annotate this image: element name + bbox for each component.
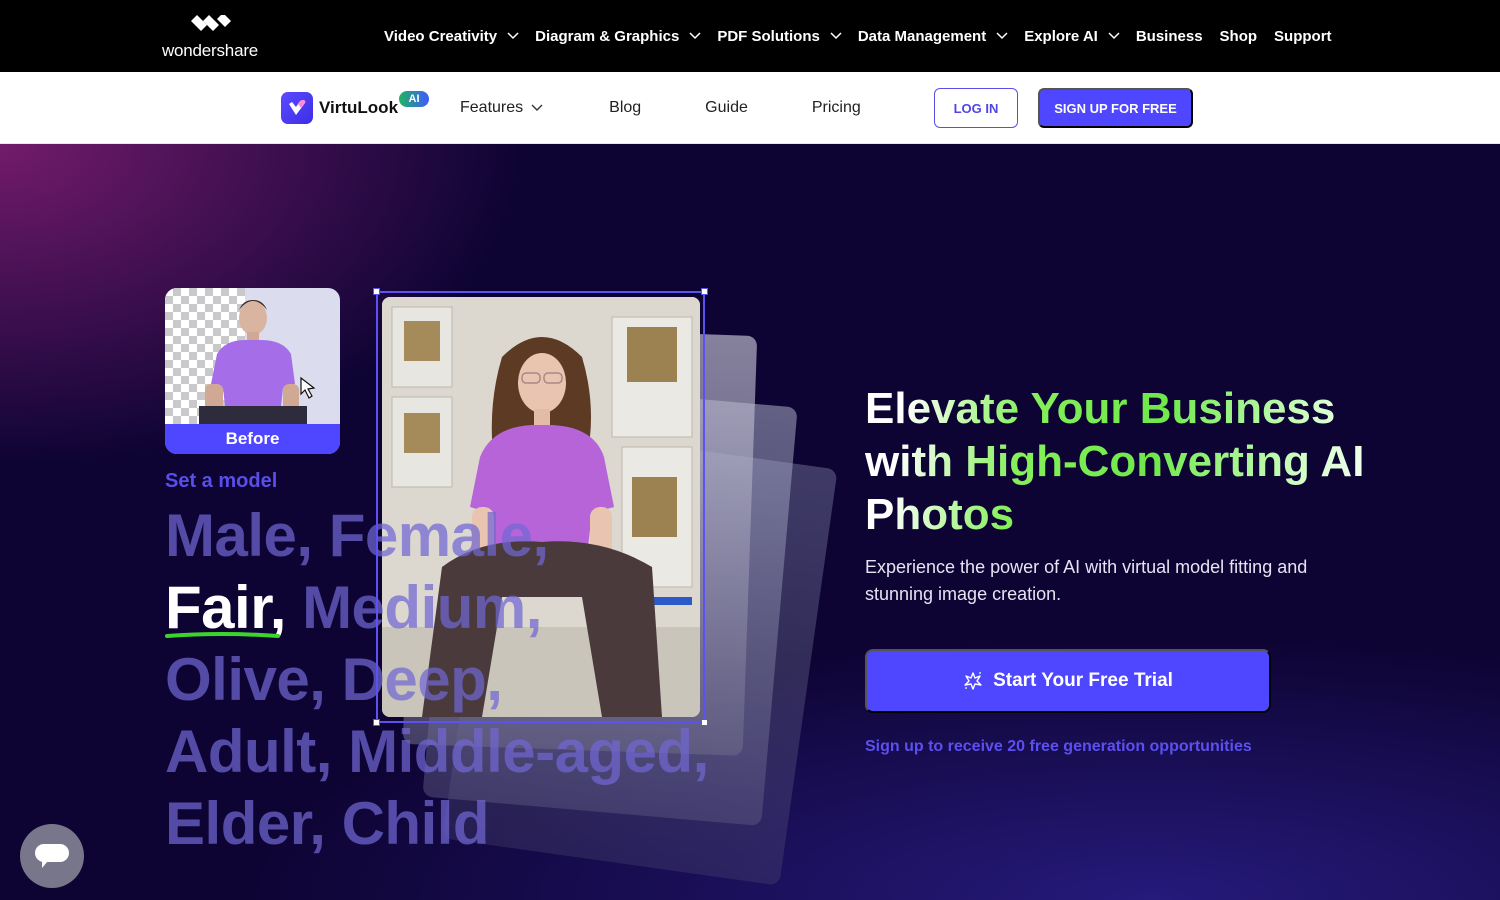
nav-label: Pricing bbox=[811, 99, 861, 116]
product-nav-pricing[interactable]: Pricing bbox=[812, 99, 861, 117]
resize-handle-top-right[interactable] bbox=[701, 288, 708, 295]
nav-label: Features bbox=[460, 99, 524, 116]
product-nav-blog[interactable]: Blog bbox=[609, 99, 641, 117]
cursor-icon bbox=[300, 376, 316, 399]
chevron-down-icon bbox=[689, 32, 701, 40]
nav-diagram-graphics[interactable]: Diagram & Graphics bbox=[535, 28, 701, 45]
chat-bubble-icon bbox=[35, 844, 69, 868]
chevron-down-icon bbox=[1108, 32, 1120, 40]
nav-data-management[interactable]: Data Management bbox=[858, 28, 1008, 45]
chevron-down-icon bbox=[996, 32, 1008, 40]
nav-label: Shop bbox=[1219, 27, 1258, 45]
nav-label: Support bbox=[1274, 27, 1332, 45]
resize-handle-top-left[interactable] bbox=[373, 288, 380, 295]
hero-section: Before Set a model Male, Female, Fair, M… bbox=[0, 144, 1500, 900]
product-nav-guide[interactable]: Guide bbox=[705, 99, 748, 117]
nav-label: Video Creativity bbox=[384, 27, 498, 45]
nav-business[interactable]: Business bbox=[1136, 28, 1203, 45]
wondershare-wordmark: wondershare bbox=[161, 41, 259, 60]
virtulook-app-icon bbox=[281, 92, 313, 124]
wondershare-mark-icon bbox=[191, 15, 231, 31]
cta-label: Start Your Free Trial bbox=[993, 670, 1173, 691]
attribute-line-skin-tone-2: Olive, Deep, bbox=[165, 646, 503, 713]
hero-subtext: Experience the power of AI with virtual … bbox=[865, 557, 1308, 604]
start-free-trial-button[interactable]: Start Your Free Trial bbox=[865, 649, 1271, 713]
attribute-line-age: Adult, Middle-aged, bbox=[165, 718, 709, 785]
male-model-image bbox=[199, 300, 316, 424]
product-nav-links: Features Blog Guide Pricing bbox=[460, 72, 861, 144]
global-nav-menu: Video Creativity Diagram & Graphics PDF … bbox=[384, 0, 1349, 72]
ai-badge: AI bbox=[399, 91, 429, 107]
nav-label: Blog bbox=[609, 99, 642, 116]
nav-label: Data Management bbox=[857, 27, 987, 45]
signup-button[interactable]: SIGN UP FOR FREE bbox=[1038, 88, 1193, 128]
nav-explore-ai[interactable]: Explore AI bbox=[1024, 28, 1120, 45]
product-nav-features[interactable]: Features bbox=[460, 99, 543, 117]
before-image-card: Before bbox=[165, 288, 340, 454]
chevron-down-icon bbox=[531, 104, 543, 111]
set-model-label: Set a model bbox=[165, 470, 278, 492]
nav-pdf-solutions[interactable]: PDF Solutions bbox=[717, 28, 842, 45]
attribute-line-age-2: Elder, Child bbox=[165, 790, 490, 857]
product-name: VirtuLook bbox=[319, 98, 399, 117]
chevron-down-icon bbox=[830, 32, 842, 40]
nav-label: PDF Solutions bbox=[717, 27, 820, 45]
before-label: Before bbox=[165, 424, 340, 454]
virtulook-logo[interactable]: VirtuLook AI bbox=[281, 91, 429, 124]
sparkle-icon bbox=[964, 672, 982, 690]
nav-label: Business bbox=[1135, 27, 1203, 45]
heart-hand-icon bbox=[289, 100, 306, 115]
nav-shop[interactable]: Shop bbox=[1220, 28, 1258, 45]
nav-video-creativity[interactable]: Video Creativity bbox=[384, 28, 519, 45]
global-nav: wondershare Video Creativity Diagram & G… bbox=[0, 0, 1500, 72]
login-button[interactable]: LOG IN bbox=[934, 88, 1018, 128]
model-attribute-list: Male, Female, Fair, Medium, Olive, Deep,… bbox=[165, 500, 709, 860]
nav-label: Explore AI bbox=[1024, 27, 1098, 45]
free-generations-link[interactable]: Sign up to receive 20 free generation op… bbox=[865, 738, 1252, 756]
attribute-text: Medium, bbox=[285, 574, 542, 641]
chat-widget-button[interactable] bbox=[20, 824, 84, 888]
chevron-down-icon bbox=[507, 32, 519, 40]
product-nav: VirtuLook AI Features Blog Guide Pricing bbox=[0, 72, 1500, 144]
nav-support[interactable]: Support bbox=[1274, 28, 1332, 45]
nav-label: Diagram & Graphics bbox=[535, 27, 680, 45]
highlight-underline bbox=[165, 632, 280, 638]
hero-headline: Elevate Your Business with High-Converti… bbox=[865, 382, 1385, 541]
attribute-line-gender: Male, Female, bbox=[165, 502, 549, 569]
highlighted-attribute: Fair, bbox=[165, 574, 286, 641]
nav-label: Guide bbox=[705, 99, 748, 116]
wondershare-logo[interactable]: wondershare bbox=[157, 15, 263, 61]
